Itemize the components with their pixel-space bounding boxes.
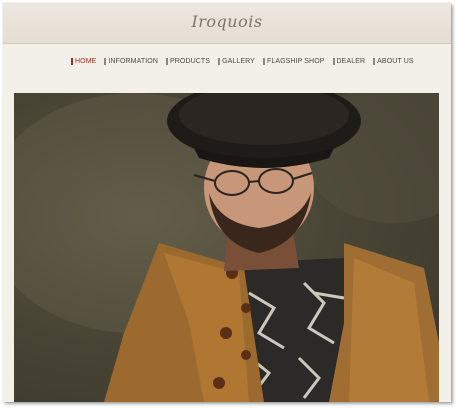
- nav-bullet-icon: [71, 57, 73, 65]
- nav-item-gallery[interactable]: GALLERY: [218, 57, 255, 65]
- nav-bullet-icon: [332, 57, 335, 65]
- nav-item-products[interactable]: PRODUCTS: [165, 57, 211, 65]
- nav-item-label: GALLERY: [222, 57, 255, 65]
- nav-item-home[interactable]: HOME: [71, 57, 97, 65]
- hero-photo-illustration: [14, 93, 439, 402]
- hero-image: [14, 93, 439, 402]
- site-header: Iroquois: [3, 3, 451, 44]
- nav-item-label: HOME: [75, 57, 97, 65]
- nav-item-flagship-shop[interactable]: FLAGSHIP SHOP: [262, 57, 325, 65]
- page-frame: Iroquois HOME INFORMATION PRODUCTS GALLE…: [3, 3, 451, 402]
- nav-item-label: INFORMATION: [108, 57, 158, 65]
- nav-bullet-icon: [104, 57, 107, 65]
- nav-item-label: PRODUCTS: [169, 57, 211, 65]
- nav-item-dealer[interactable]: DEALER: [332, 57, 366, 65]
- nav-item-label: DEALER: [336, 57, 366, 65]
- nav-item-information[interactable]: INFORMATION: [104, 57, 158, 65]
- nav-item-label: FLAGSHIP SHOP: [266, 57, 325, 65]
- nav-bullet-icon: [165, 57, 168, 65]
- nav-bullet-icon: [373, 57, 376, 65]
- main-nav: HOME INFORMATION PRODUCTS GALLERY FLAGSH…: [71, 54, 422, 68]
- nav-item-about-us[interactable]: ABOUT US: [373, 57, 414, 65]
- nav-item-label: ABOUT US: [377, 57, 414, 65]
- nav-bullet-icon: [218, 57, 221, 65]
- nav-bullet-icon: [262, 57, 265, 65]
- site-logo[interactable]: Iroquois: [3, 12, 451, 31]
